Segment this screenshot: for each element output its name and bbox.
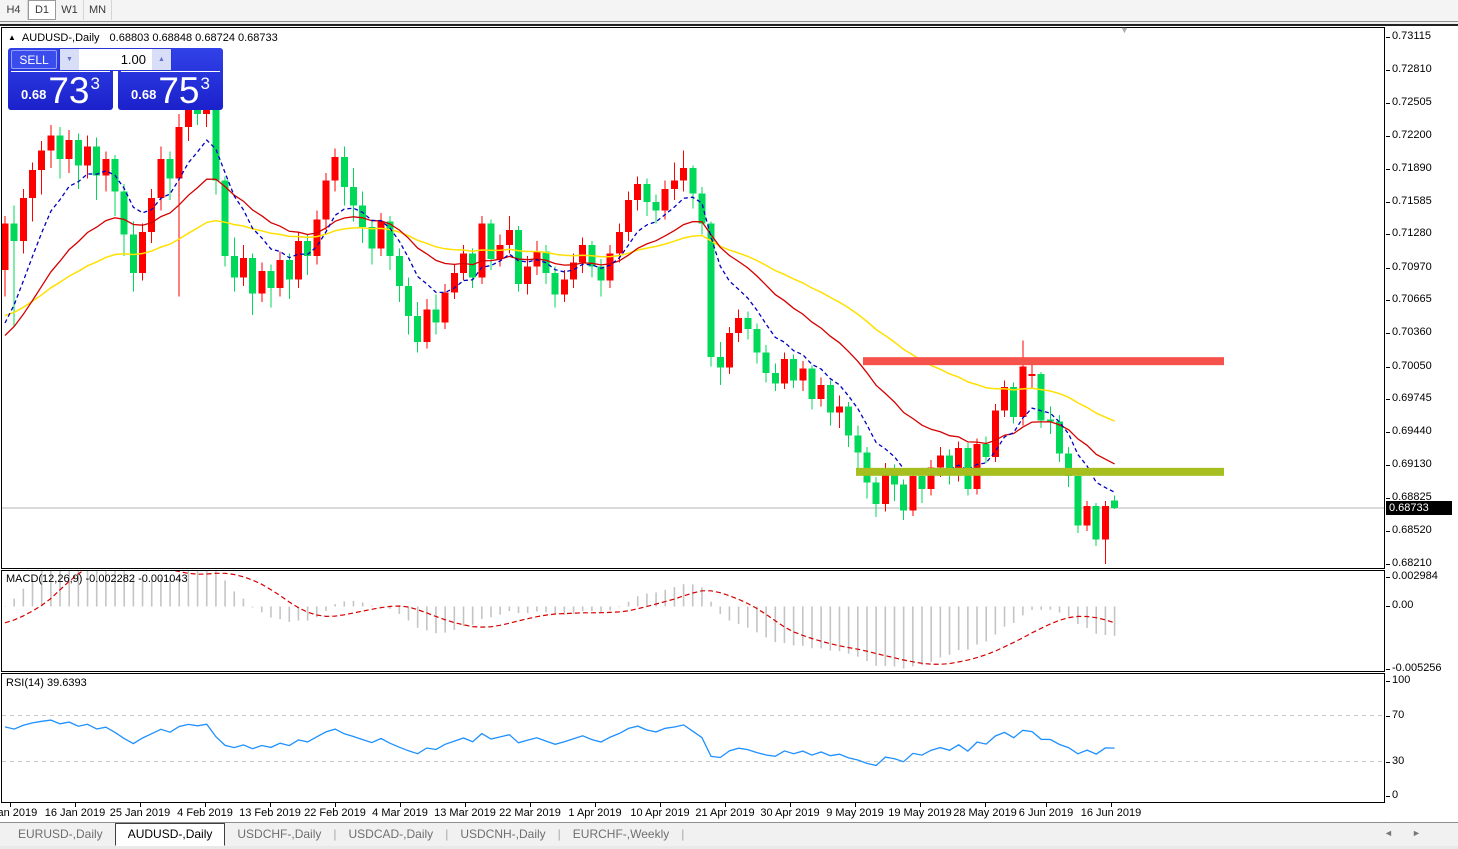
volume-decrease-button[interactable]: ▼ xyxy=(60,49,79,70)
tab-scroll-right-icon[interactable]: ► xyxy=(1412,828,1421,838)
sell-price-big: 73 xyxy=(48,74,89,108)
chart-tab-eurchf[interactable]: EURCHF-,Weekly xyxy=(561,824,681,845)
chart-tab-usdcnh[interactable]: USDCNH-,Daily xyxy=(448,824,557,845)
chart-tab-bar: EURUSD-,DailyAUDUSD-,DailyUSDCHF-,Daily |… xyxy=(0,822,1458,846)
sell-price-prefix: 0.68 xyxy=(21,87,46,102)
timeframe-d1[interactable]: D1 xyxy=(28,0,56,20)
chart-symbol-period: AUDUSD-,Daily xyxy=(22,32,100,44)
chevron-down-icon[interactable]: ▼ xyxy=(1120,25,1129,35)
tab-scroll-left-icon[interactable]: ◄ xyxy=(1384,828,1393,838)
tab-separator: | xyxy=(681,827,684,841)
sell-button[interactable]: SELL xyxy=(11,50,57,69)
timeframe-toolbar: H4D1W1MN xyxy=(0,0,1458,22)
sell-price-sup: 3 xyxy=(91,74,100,94)
chart-window: 0.731150.728100.725050.722000.718900.715… xyxy=(0,24,1458,821)
volume-input[interactable] xyxy=(79,49,152,70)
chart-tab-usdchf[interactable]: USDCHF-,Daily xyxy=(225,824,333,845)
price-chart-canvas[interactable] xyxy=(0,26,1458,823)
chart-tab-usdcad[interactable]: USDCAD-,Daily xyxy=(337,824,446,845)
macd-current-values: -0.002282 -0.001043 xyxy=(85,573,187,585)
timeframe-mn[interactable]: MN xyxy=(84,0,112,20)
volume-stepper: ▼ ▲ xyxy=(59,48,172,71)
rsi-current-value: 39.6393 xyxy=(47,677,87,689)
macd-label: MACD(12,26,9) -0.002282 -0.001043 xyxy=(6,573,188,585)
rsi-name: RSI(14) xyxy=(6,677,44,689)
chart-tab-eurusd[interactable]: EURUSD-,Daily xyxy=(6,824,115,845)
chart-title: ▲ AUDUSD-,Daily 0.68803 0.68848 0.68724 0.… xyxy=(8,32,278,44)
volume-increase-button[interactable]: ▲ xyxy=(152,49,171,70)
chart-tab-audusd[interactable]: AUDUSD-,Daily xyxy=(115,823,226,846)
timeframe-h4[interactable]: H4 xyxy=(0,0,28,20)
buy-price: 0.68 75 3 xyxy=(118,74,223,110)
symbol-triangle-icon: ▲ xyxy=(8,33,16,42)
buy-price-sup: 3 xyxy=(201,74,210,94)
current-price-tag: 0.68733 xyxy=(1386,501,1452,515)
one-click-trading-panel: 0.68 73 3 0.68 75 3 SELL BUY ▼ ▲ xyxy=(8,48,223,110)
buy-price-prefix: 0.68 xyxy=(131,87,156,102)
timeframe-w1[interactable]: W1 xyxy=(56,0,84,20)
sell-price: 0.68 73 3 xyxy=(8,74,113,110)
buy-price-big: 75 xyxy=(158,74,199,108)
chart-ohlc-values: 0.68803 0.68848 0.68724 0.68733 xyxy=(110,32,278,44)
macd-name: MACD(12,26,9) xyxy=(6,573,82,585)
rsi-label: RSI(14) 39.6393 xyxy=(6,677,87,689)
